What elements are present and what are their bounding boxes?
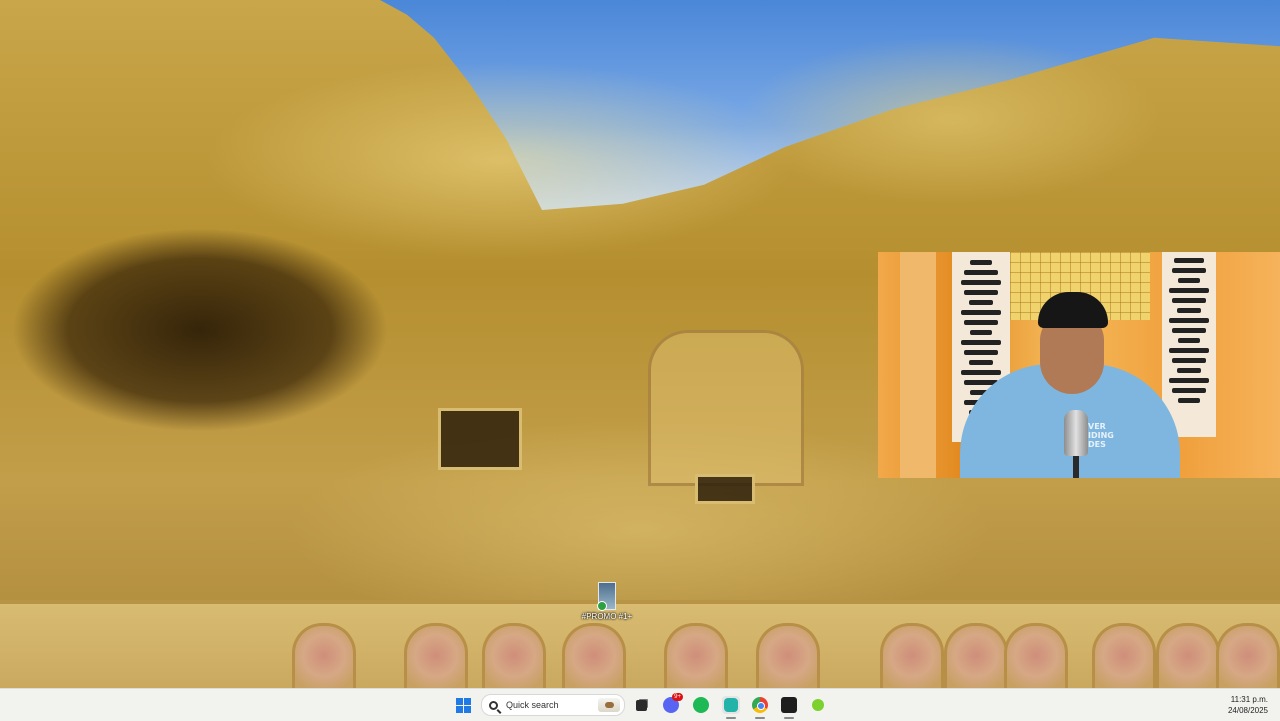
desktop-shortcut-label: #PROMO #1+ [581,612,633,621]
arch [880,623,944,688]
start-button[interactable] [454,696,472,714]
taskbar-search[interactable]: Quick search [481,694,625,716]
sync-check-icon [597,601,607,611]
arch [562,623,626,688]
active-indicator [784,717,794,719]
obs-icon [781,697,797,713]
arch [664,623,728,688]
arch [482,623,546,688]
active-indicator [755,717,765,719]
discord-icon: 9+ [663,693,683,713]
notification-badge: 9+ [672,693,683,701]
acoustic-panel-right [1162,252,1216,437]
wall-panel [900,252,936,478]
search-icon [489,700,498,710]
arch [1004,623,1068,688]
chat-app-icon [724,698,738,712]
green-app-icon [812,699,824,711]
task-view-icon [635,699,647,711]
taskbar-app-spotify[interactable] [692,696,710,714]
spotify-icon [693,697,709,713]
system-clock[interactable]: 11:31 p.m. 24/08/2025 [1228,694,1268,716]
taskbar-app-file-explorer[interactable] [632,696,650,714]
arch [756,623,820,688]
arch [1156,623,1220,688]
taskbar-app-messenger[interactable] [722,696,740,719]
microphone [1064,410,1088,456]
search-highlight-icon [598,698,620,712]
arch [404,623,468,688]
microphone-arm [1073,456,1079,478]
desktop-shortcut-promo[interactable]: #PROMO #1+ [578,582,636,621]
taskbar-app-chrome[interactable] [751,696,769,719]
chrome-icon [752,697,768,713]
window-opening-small [695,474,755,504]
taskbar: 9+ 11:31 p.m. 24/08/2025 [0,688,1280,721]
file-thumbnail-icon [597,582,616,611]
arch-frieze [0,600,1280,688]
arch [292,623,356,688]
windows-logo-icon [455,697,471,713]
taskbar-app-discord[interactable]: 9+ [662,693,683,714]
arch [1216,623,1280,688]
taskbar-app-obs[interactable] [780,696,798,719]
carved-niche [648,330,804,486]
clock-time: 11:31 p.m. [1230,695,1268,704]
arch [1092,623,1156,688]
webcam-overlay: VER IDING DES [878,252,1280,478]
arch [944,623,1008,688]
active-indicator [726,717,736,719]
search-placeholder: Quick search [506,700,559,710]
shirt-print: VER IDING DES [1088,422,1114,449]
clock-date: 24/08/2025 [1227,706,1268,715]
window-opening [438,408,522,470]
taskbar-app-green[interactable] [809,696,827,714]
